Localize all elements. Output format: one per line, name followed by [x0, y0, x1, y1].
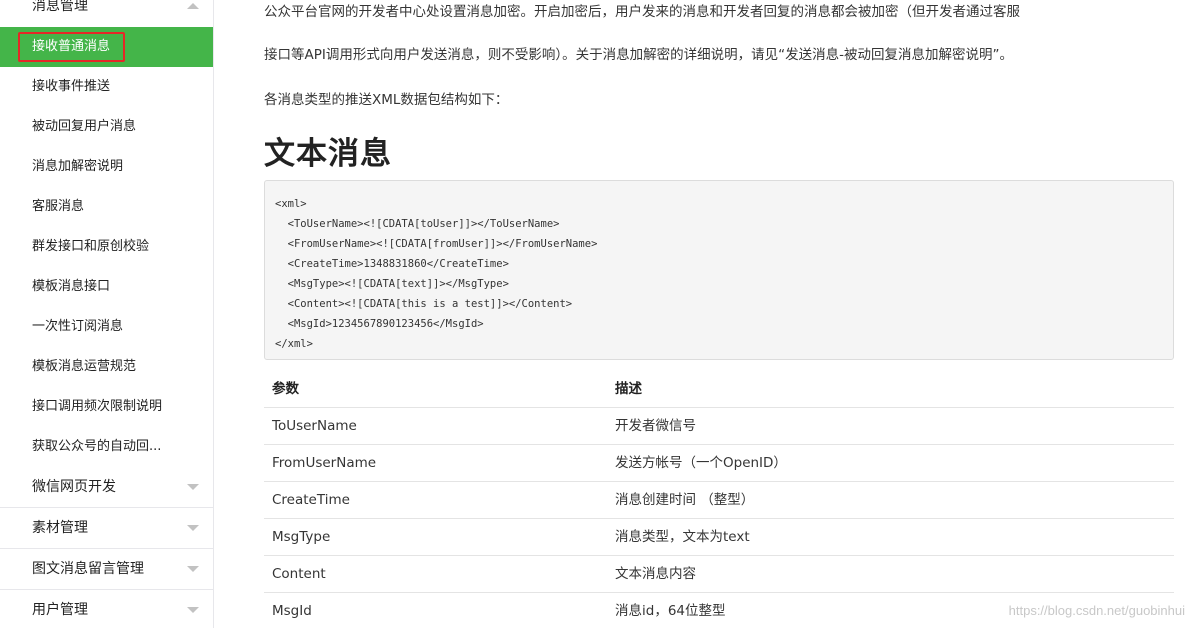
table-header-row: 参数 描述: [264, 371, 1174, 408]
table-row: ToUserName 开发者微信号: [264, 408, 1174, 445]
table-cell: MsgId: [272, 603, 312, 619]
sidebar-item-auto-reply[interactable]: 获取公众号的自动回...: [0, 427, 213, 467]
table-cell: 发送方帐号（一个OpenID）: [615, 455, 787, 471]
chevron-down-icon: [187, 566, 199, 572]
sidebar-item-rate-limit[interactable]: 接口调用频次限制说明: [0, 387, 213, 427]
code-line: <xml>: [275, 198, 307, 210]
table-row: FromUserName 发送方帐号（一个OpenID）: [264, 445, 1174, 482]
sidebar-item-encryption[interactable]: 消息加解密说明: [0, 147, 213, 187]
table-cell: 消息id，64位整型: [615, 603, 726, 619]
sidebar-group-user-management[interactable]: 用户管理: [0, 590, 213, 628]
table-cell: FromUserName: [272, 455, 377, 471]
code-line: <MsgType><![CDATA[text]]></MsgType>: [275, 278, 509, 290]
sidebar-group-web-dev[interactable]: 微信网页开发: [0, 467, 213, 507]
sidebar-item-one-time-subscribe[interactable]: 一次性订阅消息: [0, 307, 213, 347]
table-cell: Content: [272, 566, 326, 582]
sidebar-group-material[interactable]: 素材管理: [0, 508, 213, 548]
paragraph-encryption-detail: 接口等API调用形式向用户发送消息，则不受影响）。关于消息加解密的详细说明，请见…: [264, 47, 1013, 63]
sidebar-item-label: 客服消息: [32, 199, 85, 214]
sidebar-item-passive-reply[interactable]: 被动回复用户消息: [0, 107, 213, 147]
params-table: 参数 描述 ToUserName 开发者微信号 FromUserName 发送方…: [264, 371, 1174, 628]
table-row: CreateTime 消息创建时间 （整型）: [264, 482, 1174, 519]
chevron-down-icon: [187, 484, 199, 490]
sidebar-group-label: 消息管理: [32, 0, 88, 14]
paragraph-xml-structure: 各消息类型的推送XML数据包结构如下：: [264, 92, 509, 108]
sidebar-item-mass-send[interactable]: 群发接口和原创校验: [0, 227, 213, 267]
sidebar-item-template-rules[interactable]: 模板消息运营规范: [0, 347, 213, 387]
chevron-down-icon: [187, 525, 199, 531]
section-heading: 文本消息: [264, 136, 392, 172]
sidebar-item-label: 模板消息接口: [32, 279, 111, 294]
table-header-cell: 参数: [272, 381, 299, 397]
table-header-cell: 描述: [615, 381, 642, 397]
sidebar-item-label: 模板消息运营规范: [32, 359, 137, 374]
sidebar-group-label: 素材管理: [32, 520, 88, 536]
sidebar-item-receive-event-push[interactable]: 接收事件推送: [0, 67, 213, 107]
code-line: <ToUserName><![CDATA[toUser]]></ToUserNa…: [275, 218, 560, 230]
chevron-down-icon: [187, 607, 199, 613]
code-block: <xml> <ToUserName><![CDATA[toUser]]></To…: [264, 180, 1174, 360]
sidebar-item-label: 群发接口和原创校验: [32, 239, 150, 254]
code-line: <FromUserName><![CDATA[fromUser]]></From…: [275, 238, 598, 250]
sidebar-item-customer-service[interactable]: 客服消息: [0, 187, 213, 227]
table-row: Content 文本消息内容: [264, 556, 1174, 593]
code-line: <Content><![CDATA[this is a test]]></Con…: [275, 298, 573, 310]
sidebar-item-label: 接口调用频次限制说明: [32, 399, 163, 414]
sidebar-group-label: 微信网页开发: [32, 479, 116, 495]
table-cell: 文本消息内容: [615, 566, 696, 582]
table-row: MsgType 消息类型，文本为text: [264, 519, 1174, 556]
chevron-up-icon: [187, 3, 199, 9]
sidebar-item-template-message[interactable]: 模板消息接口: [0, 267, 213, 307]
table-cell: CreateTime: [272, 492, 350, 508]
code-line: <MsgId>1234567890123456</MsgId>: [275, 318, 484, 330]
code-line: <CreateTime>1348831860</CreateTime>: [275, 258, 509, 270]
sidebar-item-label: 被动回复用户消息: [32, 119, 137, 134]
paragraph-encryption-intro: 公众平台官网的开发者中心处设置消息加密。开启加密后，用户发来的消息和开发者回复的…: [264, 4, 1020, 20]
watermark: https://blog.csdn.net/guobinhui: [1008, 603, 1185, 618]
sidebar-item-label: 一次性订阅消息: [32, 319, 124, 334]
sidebar-group-label: 图文消息留言管理: [32, 561, 144, 577]
sidebar-item-label: 获取公众号的自动回...: [32, 439, 162, 454]
sidebar-group-comments[interactable]: 图文消息留言管理: [0, 549, 213, 589]
sidebar-item-label: 消息加解密说明: [32, 159, 124, 174]
table-cell: 开发者微信号: [615, 418, 696, 434]
code-line: </xml>: [275, 338, 313, 350]
sidebar-item-receive-normal-message[interactable]: 接收普通消息: [0, 27, 213, 67]
table-cell: 消息类型，文本为text: [615, 529, 750, 545]
sidebar-item-label: 接收事件推送: [32, 79, 111, 94]
main-content: 公众平台官网的开发者中心处设置消息加密。开启加密后，用户发来的消息和开发者回复的…: [214, 0, 1197, 628]
table-cell: ToUserName: [272, 418, 357, 434]
table-cell: MsgType: [272, 529, 331, 545]
table-cell: 消息创建时间 （整型）: [615, 492, 755, 508]
sidebar-group-label: 用户管理: [32, 602, 88, 618]
sidebar-item-label: 接收普通消息: [32, 39, 111, 54]
sidebar-nav: 消息管理 接收普通消息 接收事件推送 被动回复用户消息 消息加解密说明 客服消息…: [0, 0, 214, 628]
sidebar-group-message-management[interactable]: 消息管理: [0, 0, 213, 26]
